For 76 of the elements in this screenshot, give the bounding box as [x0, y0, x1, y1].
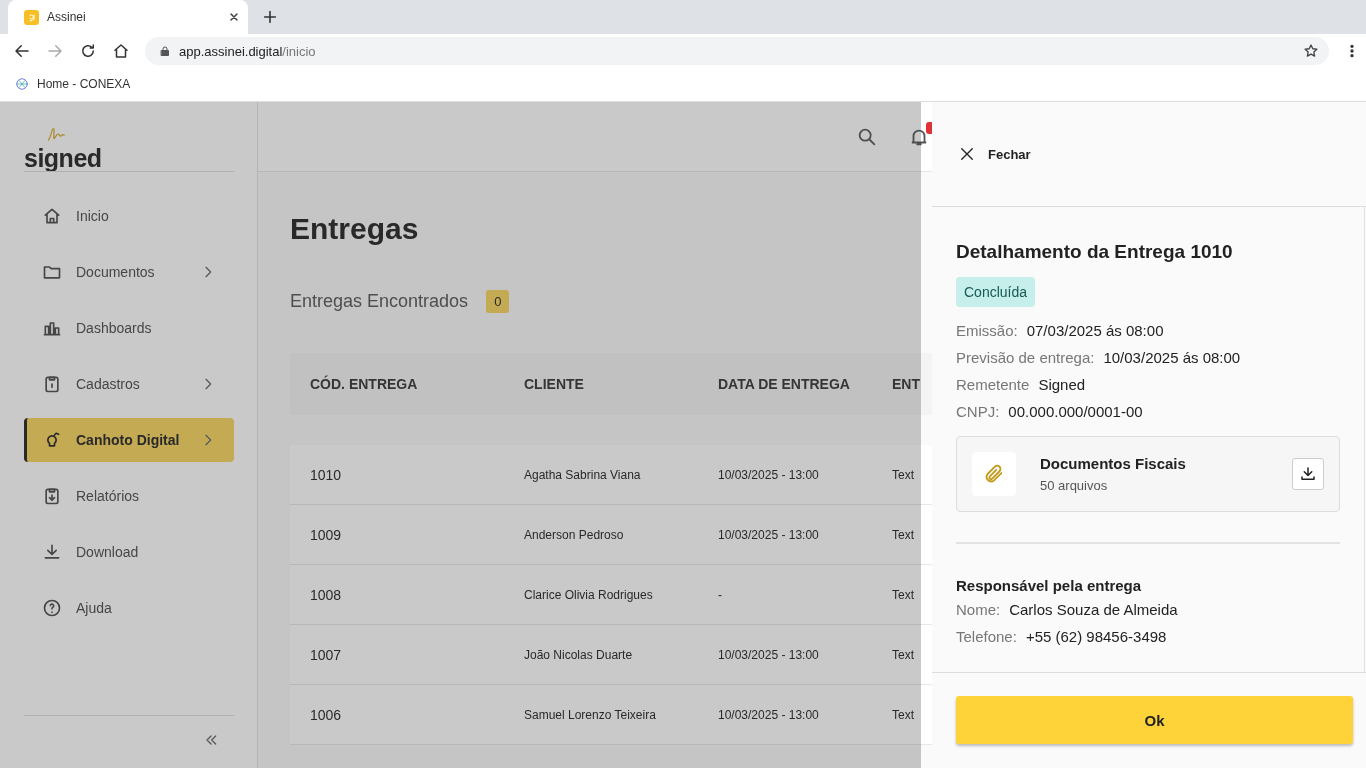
reload-icon[interactable]: [79, 42, 97, 60]
sidebar-item[interactable]: Ajuda: [24, 586, 234, 630]
table-cell-text: 1006: [309, 706, 343, 723]
sidebar-item[interactable]: Inicio: [24, 194, 234, 238]
download-icon: [42, 542, 62, 562]
clipboard-icon: [42, 374, 62, 394]
field-label: Telefone:: [956, 628, 1017, 645]
clipboard-icon: [42, 486, 62, 506]
table-cell-text: Samuel Lorenzo Teixeira: [523, 707, 657, 722]
status-tag: Concluída: [956, 277, 1036, 307]
field-value: +55 (62) 98456-3498: [1025, 628, 1167, 645]
star-icon[interactable]: [1303, 43, 1319, 59]
sidebar-item[interactable]: Cadastros: [24, 362, 234, 406]
table-cell-text: 10/03/2025 - 13:00: [717, 707, 820, 722]
favicon-icon: [24, 9, 39, 25]
table-cell-text: Clarice Olivia Rodrigues: [523, 587, 654, 602]
column-header[interactable]: ENT: [892, 376, 932, 392]
field-value: Signed: [1038, 376, 1086, 393]
table-cell-text: 1009: [309, 526, 343, 543]
table-cell-text: Text: [892, 647, 915, 662]
table-cell-text: 1010: [309, 466, 343, 483]
field-value: Carlos Souza de Almeida: [1009, 601, 1178, 618]
field-value: 00.000.000/0001-00: [1008, 403, 1143, 420]
browser-tab[interactable]: Assinei: [8, 0, 248, 34]
table-cell-text: Agatha Sabrina Viana: [523, 467, 642, 482]
paperclip-icon: [983, 463, 1005, 485]
results-label: Entregas Encontrados: [290, 291, 469, 312]
download-icon: [1299, 465, 1317, 483]
download-button[interactable]: [1292, 458, 1324, 490]
table-cell-text: Text: [892, 527, 915, 542]
table-cell-text: Anderson Pedroso: [523, 527, 625, 542]
panel-title: Detalhamento da Entrega 1010: [956, 241, 1234, 263]
field-value: 07/03/2025 ás 08:00: [1026, 322, 1164, 339]
sidebar-item[interactable]: Canhoto Digital: [24, 418, 234, 462]
close-button[interactable]: Fechar: [958, 145, 1031, 163]
table-cell-text: Text: [892, 587, 915, 602]
table-cell-text: 10/03/2025 - 13:00: [717, 527, 820, 542]
field-label: Nome:: [956, 601, 1001, 618]
field-label: Remetente: [956, 376, 1030, 393]
table-cell-text: 1008: [309, 586, 343, 603]
lock-icon: [159, 45, 171, 57]
new-tab-icon[interactable]: [262, 9, 278, 25]
section-title: Responsável pela entrega: [956, 577, 1143, 594]
logo-text: signed: [24, 145, 103, 171]
results-count: 0: [486, 290, 510, 313]
attachment-title: Documentos Fiscais: [1040, 455, 1187, 472]
sidebar-item[interactable]: Relatórios: [24, 474, 234, 518]
page-title: Entregas: [290, 212, 420, 246]
table-cell-text: João Nicolas Duarte: [523, 647, 634, 662]
table-cell-text: 1007: [309, 646, 343, 663]
file-count: 50 arquivos: [1040, 478, 1109, 493]
table-cell-text: Text: [892, 467, 915, 482]
table-cell-text: 10/03/2025 - 13:00: [717, 647, 820, 662]
sidebar-item[interactable]: Download: [24, 530, 234, 574]
help-icon: [42, 598, 62, 618]
table-cell-text: -: [717, 587, 723, 602]
ok-button[interactable]: Ok: [956, 696, 1353, 744]
address-bar[interactable]: app.assinei.digital/inicio: [145, 37, 1329, 65]
sidebar-item[interactable]: Dashboards: [24, 306, 234, 350]
back-icon[interactable]: [13, 42, 31, 60]
bookmark-link[interactable]: Home - CONEXA: [15, 77, 131, 91]
table-cell-text: 10/03/2025 - 13:00: [717, 467, 820, 482]
field-label: CNPJ:: [956, 403, 1000, 420]
field-label: Emissão:: [956, 322, 1018, 339]
table-cell-text: Text: [892, 707, 915, 722]
home-icon[interactable]: [112, 42, 130, 60]
column-header[interactable]: CÓD. ENTREGA: [290, 376, 504, 392]
close-icon: [958, 145, 976, 163]
sidebar-item[interactable]: Documentos: [24, 250, 234, 294]
close-icon[interactable]: [228, 11, 240, 23]
field-label: Previsão de entrega:: [956, 349, 1095, 366]
home-icon: [42, 206, 62, 226]
globe-icon: [15, 77, 29, 91]
column-header[interactable]: DATA DE ENTREGA: [698, 376, 892, 392]
column-header[interactable]: CLIENTE: [504, 376, 698, 392]
field-value: 10/03/2025 ás 08:00: [1103, 349, 1241, 366]
